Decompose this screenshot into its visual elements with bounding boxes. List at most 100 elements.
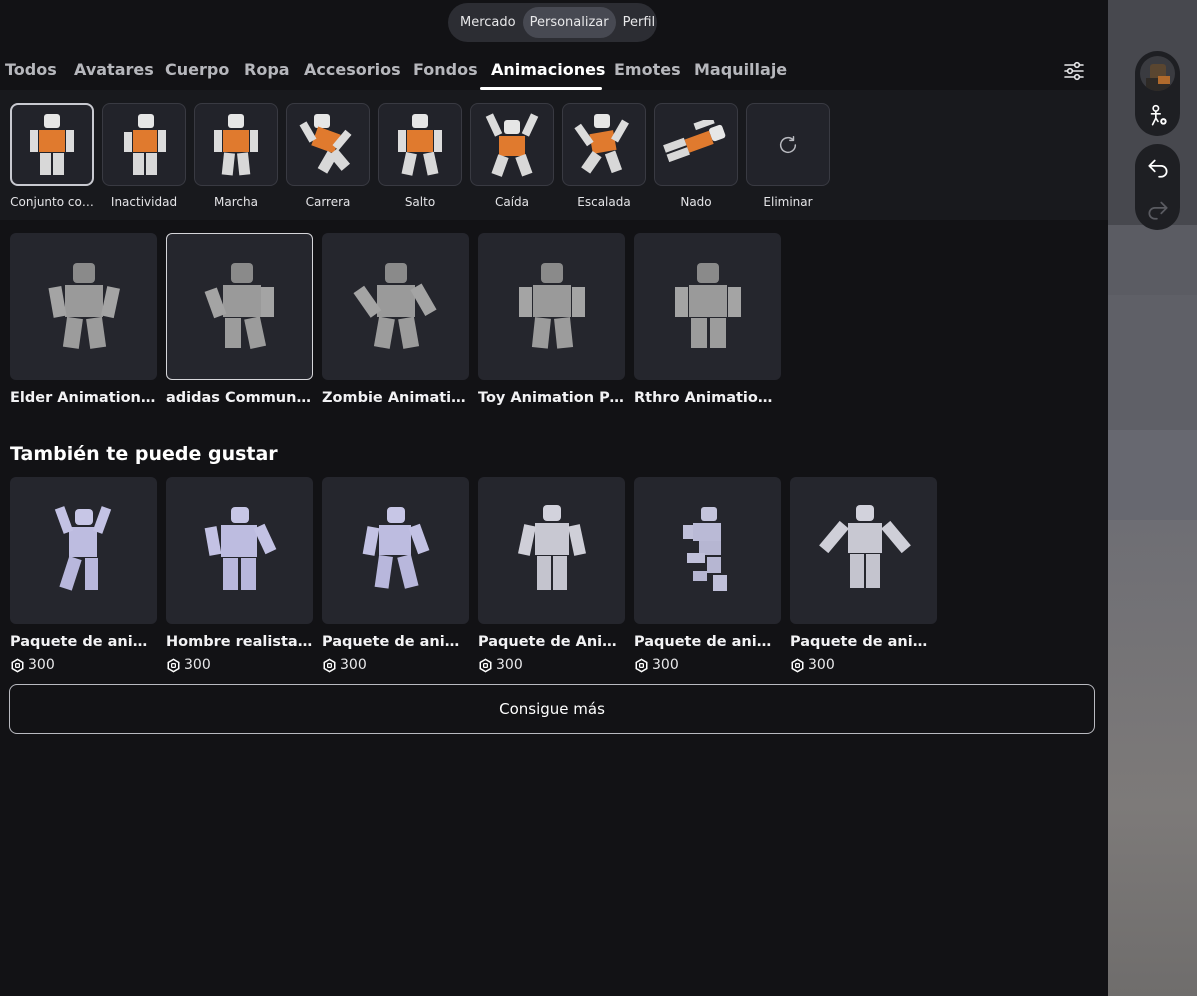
- robux-icon: [635, 658, 648, 672]
- avatar-thumbnail[interactable]: [1140, 56, 1175, 91]
- top-segmented-nav: Mercado Personalizar Perfil: [448, 3, 657, 42]
- avatar-figure-icon: [574, 113, 629, 174]
- avatar-settings-icon[interactable]: [1145, 103, 1171, 129]
- nav-mercado[interactable]: Mercado: [453, 7, 523, 38]
- subcategory-thumbnail: [10, 103, 94, 186]
- item-title: Rthro Animation P…: [634, 390, 781, 406]
- item-thumbnail: [634, 233, 781, 380]
- subcategory-label: Marcha: [214, 195, 258, 209]
- tab-animaciones[interactable]: Animaciones: [491, 60, 605, 79]
- owned-item-card[interactable]: Elder Animation P…: [10, 233, 157, 406]
- price-value: 300: [28, 657, 55, 673]
- avatar-figure-icon: [518, 262, 585, 349]
- subcategory-caida[interactable]: Caída: [470, 103, 554, 209]
- subcategory-conjunto[interactable]: Conjunto co…: [10, 103, 94, 209]
- item-price: 300: [790, 657, 937, 673]
- subcategory-escalada[interactable]: Escalada: [562, 103, 646, 209]
- get-more-button[interactable]: Consigue más: [9, 684, 1095, 734]
- item-title: Toy Animation Pack: [478, 390, 625, 406]
- item-price: 300: [478, 657, 625, 673]
- subcategory-thumbnail: [102, 103, 186, 186]
- nav-personalizar[interactable]: Personalizar: [522, 7, 616, 38]
- tab-maquillaje[interactable]: Maquillaje: [694, 60, 787, 79]
- subcategory-label: Escalada: [577, 195, 631, 209]
- price-value: 300: [808, 657, 835, 673]
- price-value: 300: [340, 657, 367, 673]
- subcategory-label: Carrera: [305, 195, 351, 209]
- subcategory-thumbnail: [378, 103, 462, 186]
- tab-emotes[interactable]: Emotes: [614, 60, 681, 79]
- subcategory-label: Caída: [494, 195, 530, 209]
- owned-item-card[interactable]: Toy Animation Pack: [478, 233, 625, 406]
- item-thumbnail: [10, 233, 157, 380]
- subcategory-thumbnail: [286, 103, 370, 186]
- avatar-figure-icon: [682, 506, 727, 591]
- scene-floor: [1108, 520, 1197, 996]
- tab-ropa[interactable]: Ropa: [244, 60, 290, 79]
- nav-perfil[interactable]: Perfil: [616, 7, 663, 38]
- scene-step: [1108, 225, 1197, 295]
- tab-accesorios[interactable]: Accesorios: [304, 60, 401, 79]
- avatar-3d-viewport[interactable]: [1108, 0, 1197, 996]
- owned-item-card[interactable]: adidas Community: [166, 233, 313, 406]
- subcategory-label: Conjunto co…: [10, 195, 94, 209]
- item-thumbnail: [790, 477, 937, 624]
- filter-sliders-icon[interactable]: [1062, 59, 1086, 83]
- owned-item-card[interactable]: Zombie Animation …: [322, 233, 469, 406]
- avatar-figure-icon: [47, 262, 120, 349]
- avatar-figure-icon: [398, 113, 442, 176]
- item-thumbnail: [322, 477, 469, 624]
- subcategory-carrera[interactable]: Carrera: [286, 103, 370, 209]
- subcategory-thumbnail: [470, 103, 554, 186]
- item-price: 300: [10, 657, 157, 673]
- subcategory-eliminar[interactable]: Eliminar: [746, 103, 830, 209]
- item-title: Paquete de anima…: [634, 634, 781, 650]
- robux-icon: [479, 658, 492, 672]
- avatar-figure-icon: [30, 113, 74, 175]
- item-title: Zombie Animation …: [322, 390, 469, 406]
- subcategory-thumbnail: [654, 103, 738, 186]
- item-title: Hombre realista 01: [166, 634, 313, 650]
- subcategory-salto[interactable]: Salto: [378, 103, 462, 209]
- recommended-item-card[interactable]: Paquete de Anima… 300: [478, 477, 625, 673]
- robux-icon: [791, 658, 804, 672]
- subcategory-label: Inactividad: [110, 195, 178, 209]
- recommended-item-card[interactable]: Paquete de anima… 300: [634, 477, 781, 673]
- undo-icon[interactable]: [1145, 154, 1171, 180]
- owned-item-card[interactable]: Rthro Animation P…: [634, 233, 781, 406]
- item-price: 300: [322, 657, 469, 673]
- recommended-item-card[interactable]: Paquete de anima… 300: [790, 477, 937, 673]
- item-title: Paquete de anima…: [10, 634, 157, 650]
- avatar-figure-icon: [485, 112, 539, 177]
- undo-redo-pill: [1135, 144, 1180, 230]
- avatar-figure-icon: [362, 506, 429, 589]
- subcategory-label: Eliminar: [763, 195, 813, 209]
- recommended-item-card[interactable]: Paquete de anima… 300: [322, 477, 469, 673]
- item-title: Paquete de anima…: [790, 634, 937, 650]
- recommended-item-card[interactable]: Hombre realista 01 300: [166, 477, 313, 673]
- item-thumbnail: [478, 477, 625, 624]
- tab-avatares[interactable]: Avatares: [74, 60, 154, 79]
- tab-fondos[interactable]: Fondos: [413, 60, 478, 79]
- item-title: Elder Animation P…: [10, 390, 157, 406]
- robux-icon: [167, 658, 180, 672]
- subcategory-nado[interactable]: Nado: [654, 103, 738, 209]
- tab-todos[interactable]: Todos: [5, 60, 57, 79]
- item-thumbnail: [10, 477, 157, 624]
- avatar-headshot-icon: [1146, 64, 1170, 91]
- recommended-item-card[interactable]: Paquete de anima… 300: [10, 477, 157, 673]
- price-value: 300: [496, 657, 523, 673]
- subcategory-inactividad[interactable]: Inactividad: [102, 103, 186, 209]
- item-title: adidas Community: [166, 390, 313, 406]
- robux-icon: [323, 658, 336, 672]
- price-value: 300: [184, 657, 211, 673]
- redo-icon[interactable]: [1145, 196, 1171, 222]
- subcategory-marcha[interactable]: Marcha: [194, 103, 278, 209]
- subcategory-label: Nado: [680, 195, 712, 209]
- price-value: 300: [652, 657, 679, 673]
- avatar-figure-icon: [204, 506, 276, 590]
- tab-cuerpo[interactable]: Cuerpo: [165, 60, 229, 79]
- avatar-figure-icon: [204, 262, 274, 349]
- robux-icon: [11, 658, 24, 672]
- category-tabs: Todos Avatares Cuerpo Ropa Accesorios Fo…: [0, 54, 1108, 90]
